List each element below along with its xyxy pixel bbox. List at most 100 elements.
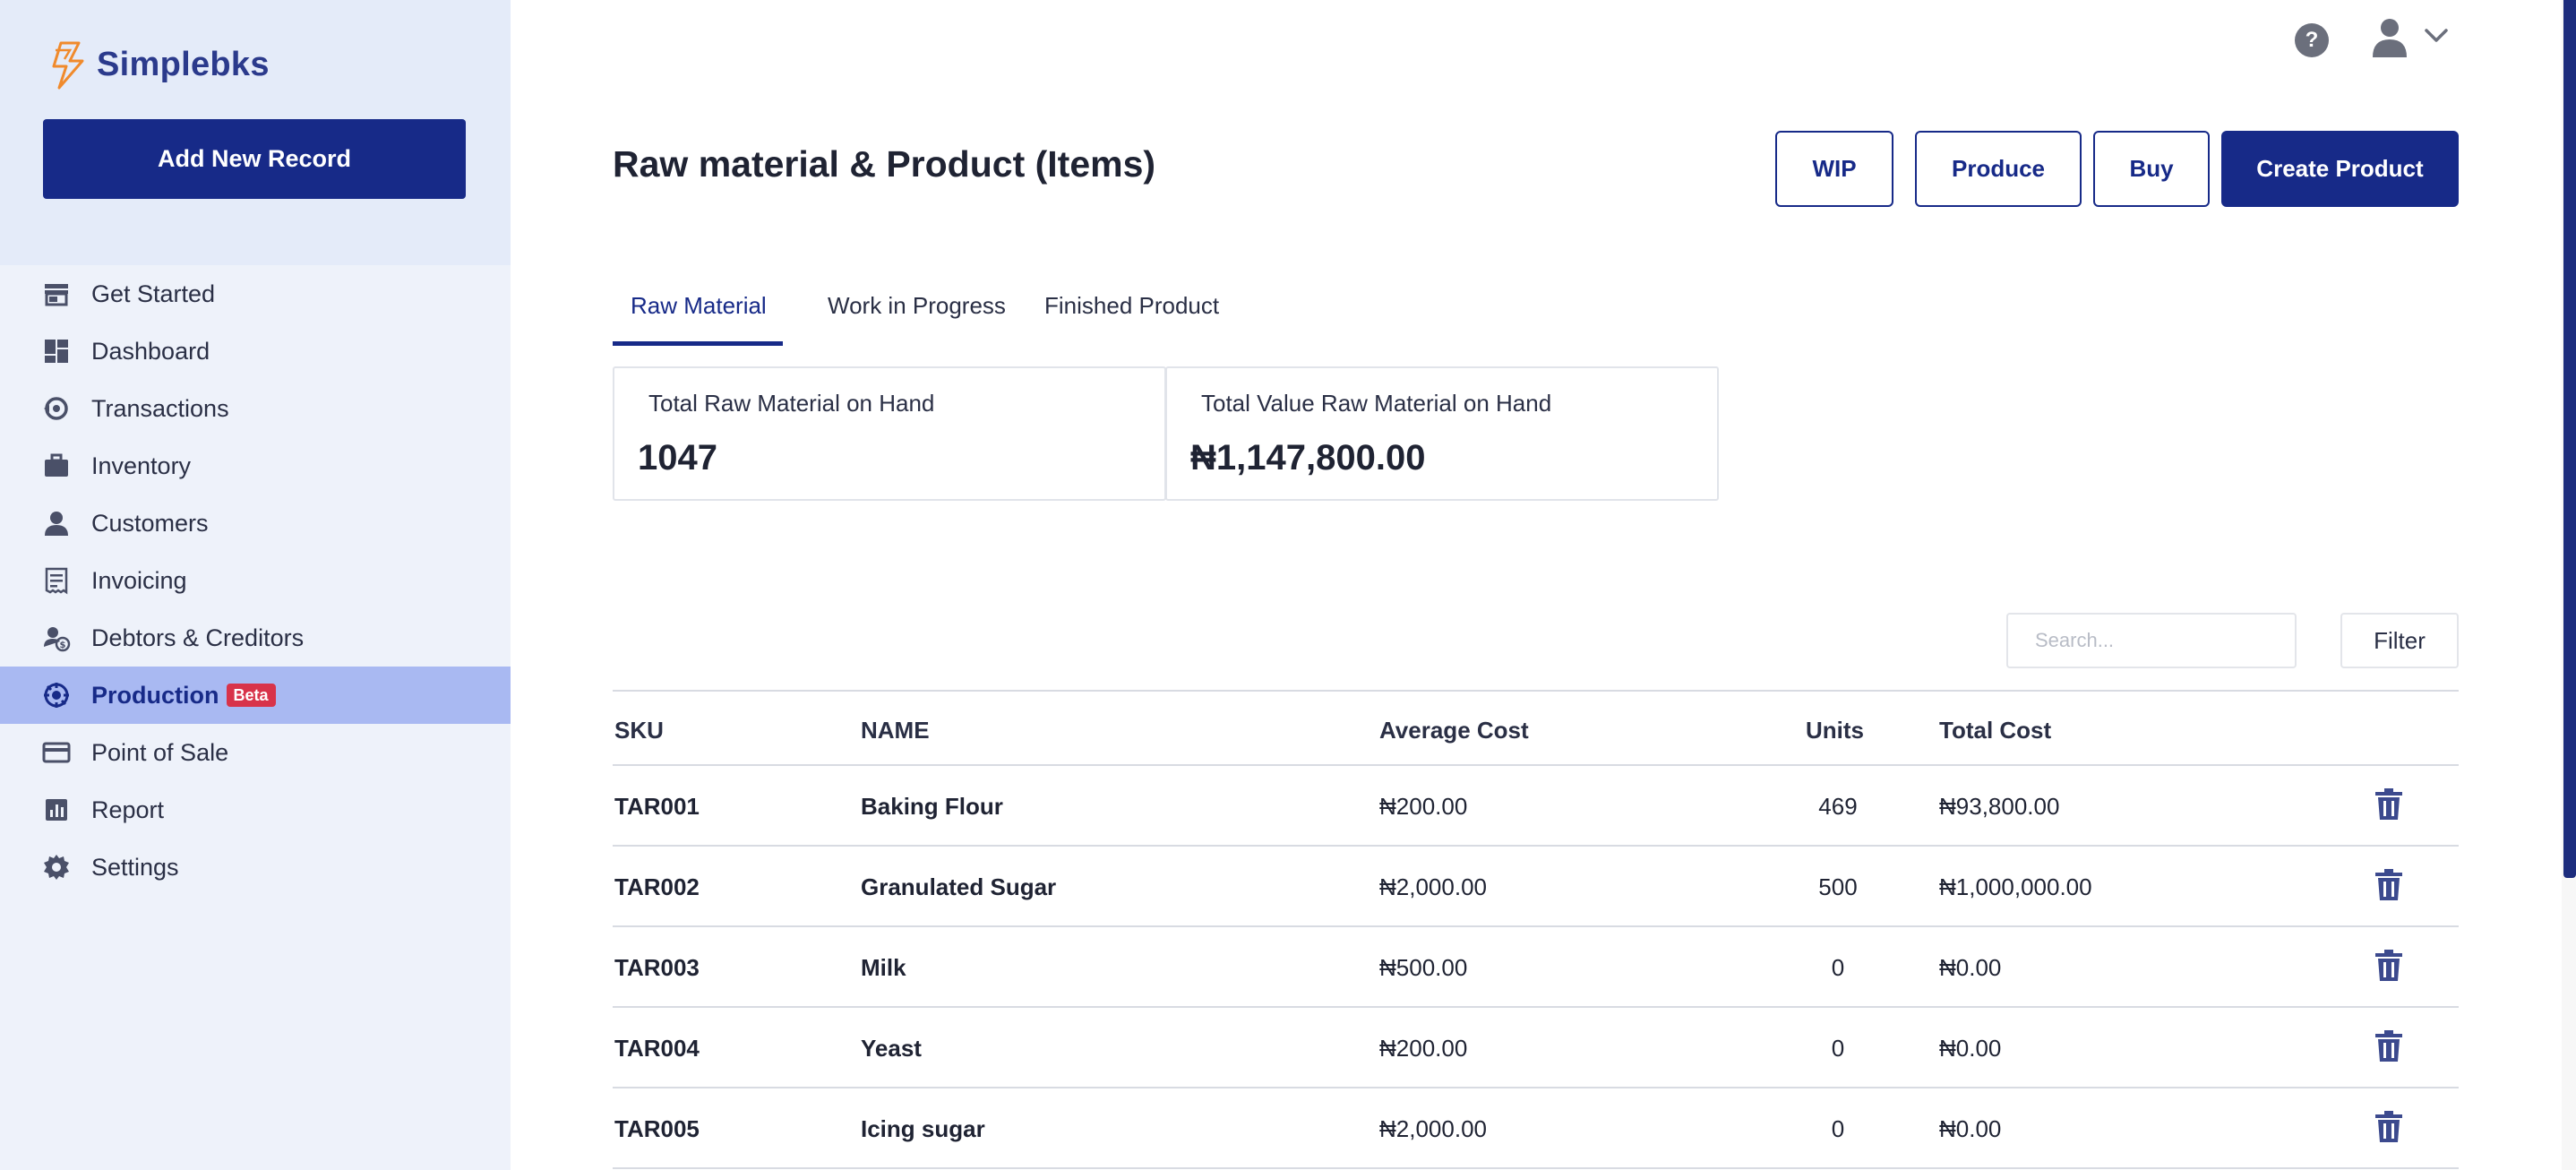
trash-icon[interactable]: [2374, 949, 2404, 983]
dashboard-icon: [41, 336, 72, 366]
stat-value: ₦1,147,800.00: [1190, 438, 1426, 477]
sidebar-header: Simplebks Add New Record: [0, 0, 511, 265]
cell-sku: TAR001: [614, 793, 700, 820]
sidebar-item-dashboard[interactable]: Dashboard: [0, 323, 511, 380]
active-tab-indicator: [613, 341, 783, 346]
sidebar-item-label: Customers: [91, 509, 209, 537]
debtors-icon: $: [41, 623, 72, 653]
produce-button[interactable]: Produce: [1915, 131, 2082, 207]
cell-name: Icing sugar: [861, 1115, 985, 1142]
brand[interactable]: Simplebks: [43, 36, 270, 93]
sidebar-nav: Get Started Dashboard Transactions Inven…: [0, 265, 511, 896]
receipt-icon: [41, 565, 72, 596]
column-header-name[interactable]: NAME: [861, 717, 930, 744]
sidebar-item-label: Settings: [91, 853, 179, 881]
trash-icon[interactable]: [2374, 1110, 2404, 1144]
gear-icon: [41, 852, 72, 882]
wip-button[interactable]: WIP: [1775, 131, 1893, 207]
tab-finished-product[interactable]: Finished Product: [1044, 292, 1219, 343]
sidebar-item-invoicing[interactable]: Invoicing: [0, 552, 511, 609]
cell-units: 0: [1831, 1035, 1845, 1062]
beta-badge: Beta: [226, 684, 276, 707]
sidebar-item-label: Inventory: [91, 452, 192, 479]
table-row[interactable]: TAR002 Granulated Sugar ₦2,000.00 500 ₦1…: [613, 847, 2459, 927]
sidebar-item-report[interactable]: Report: [0, 781, 511, 839]
cell-average-cost: ₦200.00: [1379, 793, 1468, 820]
stat-card-raw-material-value: Total Value Raw Material on Hand ₦1,147,…: [1165, 366, 1719, 501]
cell-sku: TAR002: [614, 873, 700, 900]
cell-total-cost: ₦93,800.00: [1939, 793, 2060, 820]
cell-name: Yeast: [861, 1035, 922, 1062]
cell-sku: TAR004: [614, 1035, 700, 1062]
stat-label: Total Value Raw Material on Hand: [1201, 390, 1552, 417]
sidebar-item-label: Debtors & Creditors: [91, 624, 305, 651]
user-avatar-icon[interactable]: [2370, 16, 2409, 59]
raw-material-table: SKU NAME Average Cost Units Total Cost T…: [613, 690, 2459, 1169]
person-icon: [41, 508, 72, 538]
sidebar-item-production[interactable]: Production Beta: [0, 667, 511, 724]
transactions-icon: [41, 393, 72, 424]
stat-label: Total Raw Material on Hand: [648, 390, 935, 417]
create-product-button[interactable]: Create Product: [2221, 131, 2459, 207]
sidebar-item-label: Production: [91, 681, 219, 709]
trash-icon[interactable]: [2374, 787, 2404, 822]
sidebar-item-point-of-sale[interactable]: Point of Sale: [0, 724, 511, 781]
buy-button[interactable]: Buy: [2093, 131, 2210, 207]
column-header-sku[interactable]: SKU: [614, 717, 664, 744]
cell-average-cost: ₦500.00: [1379, 954, 1468, 981]
cell-total-cost: ₦0.00: [1939, 1115, 2002, 1142]
cell-sku: TAR005: [614, 1115, 700, 1142]
sidebar-item-label: Report: [91, 796, 165, 823]
cell-average-cost: ₦200.00: [1379, 1035, 1468, 1062]
stat-card-raw-material-on-hand: Total Raw Material on Hand 1047: [613, 366, 1166, 501]
cell-name: Milk: [861, 954, 906, 981]
sidebar-item-label: Dashboard: [91, 337, 210, 365]
tab-work-in-progress[interactable]: Work in Progress: [828, 292, 1006, 343]
sidebar-item-label: Point of Sale: [91, 738, 229, 766]
cell-name: Granulated Sugar: [861, 873, 1057, 900]
tab-raw-material[interactable]: Raw Material: [631, 292, 767, 343]
column-header-average-cost[interactable]: Average Cost: [1379, 717, 1529, 744]
cell-total-cost: ₦1,000,000.00: [1939, 873, 2092, 900]
cell-average-cost: ₦2,000.00: [1379, 1115, 1487, 1142]
table-row[interactable]: TAR003 Milk ₦500.00 0 ₦0.00: [613, 927, 2459, 1008]
briefcase-icon: [41, 451, 72, 481]
sidebar-item-label: Get Started: [91, 280, 216, 307]
column-header-total-cost[interactable]: Total Cost: [1939, 717, 2051, 744]
table-row[interactable]: TAR004 Yeast ₦200.00 0 ₦0.00: [613, 1008, 2459, 1088]
cell-name: Baking Flour: [861, 793, 1003, 820]
cell-units: 500: [1818, 873, 1858, 900]
table-row[interactable]: TAR005 Icing sugar ₦2,000.00 0 ₦0.00: [613, 1088, 2459, 1169]
help-icon[interactable]: ?: [2295, 23, 2329, 57]
cell-total-cost: ₦0.00: [1939, 954, 2002, 981]
logo-icon: [52, 41, 84, 90]
filter-button[interactable]: Filter: [2340, 613, 2459, 668]
brand-name: Simplebks: [97, 45, 270, 83]
sidebar-item-label: Invoicing: [91, 566, 187, 594]
sidebar-item-settings[interactable]: Settings: [0, 839, 511, 896]
sidebar-item-transactions[interactable]: Transactions: [0, 380, 511, 437]
sidebar-item-customers[interactable]: Customers: [0, 495, 511, 552]
search-input[interactable]: [2006, 613, 2297, 668]
cell-average-cost: ₦2,000.00: [1379, 873, 1487, 900]
sidebar-item-label: Transactions: [91, 394, 229, 422]
stat-value: 1047: [638, 438, 717, 477]
cell-sku: TAR003: [614, 954, 700, 981]
report-icon: [41, 795, 72, 825]
add-new-record-button[interactable]: Add New Record: [43, 119, 466, 199]
cell-units: 469: [1818, 793, 1858, 820]
card-icon: [41, 737, 72, 768]
column-header-units[interactable]: Units: [1806, 717, 1864, 744]
production-icon: [41, 680, 72, 710]
trash-icon[interactable]: [2374, 868, 2404, 902]
table-row[interactable]: TAR001 Baking Flour ₦200.00 469 ₦93,800.…: [613, 766, 2459, 847]
sidebar: Simplebks Add New Record Get Started Das…: [0, 0, 511, 1170]
trash-icon[interactable]: [2374, 1029, 2404, 1063]
scrollbar-thumb[interactable]: [2563, 0, 2576, 878]
sidebar-item-get-started[interactable]: Get Started: [0, 265, 511, 323]
chevron-down-icon[interactable]: [2423, 25, 2450, 47]
svg-text:$: $: [60, 641, 66, 650]
cell-units: 0: [1831, 1115, 1845, 1142]
sidebar-item-debtors-creditors[interactable]: $ Debtors & Creditors: [0, 609, 511, 667]
sidebar-item-inventory[interactable]: Inventory: [0, 437, 511, 495]
